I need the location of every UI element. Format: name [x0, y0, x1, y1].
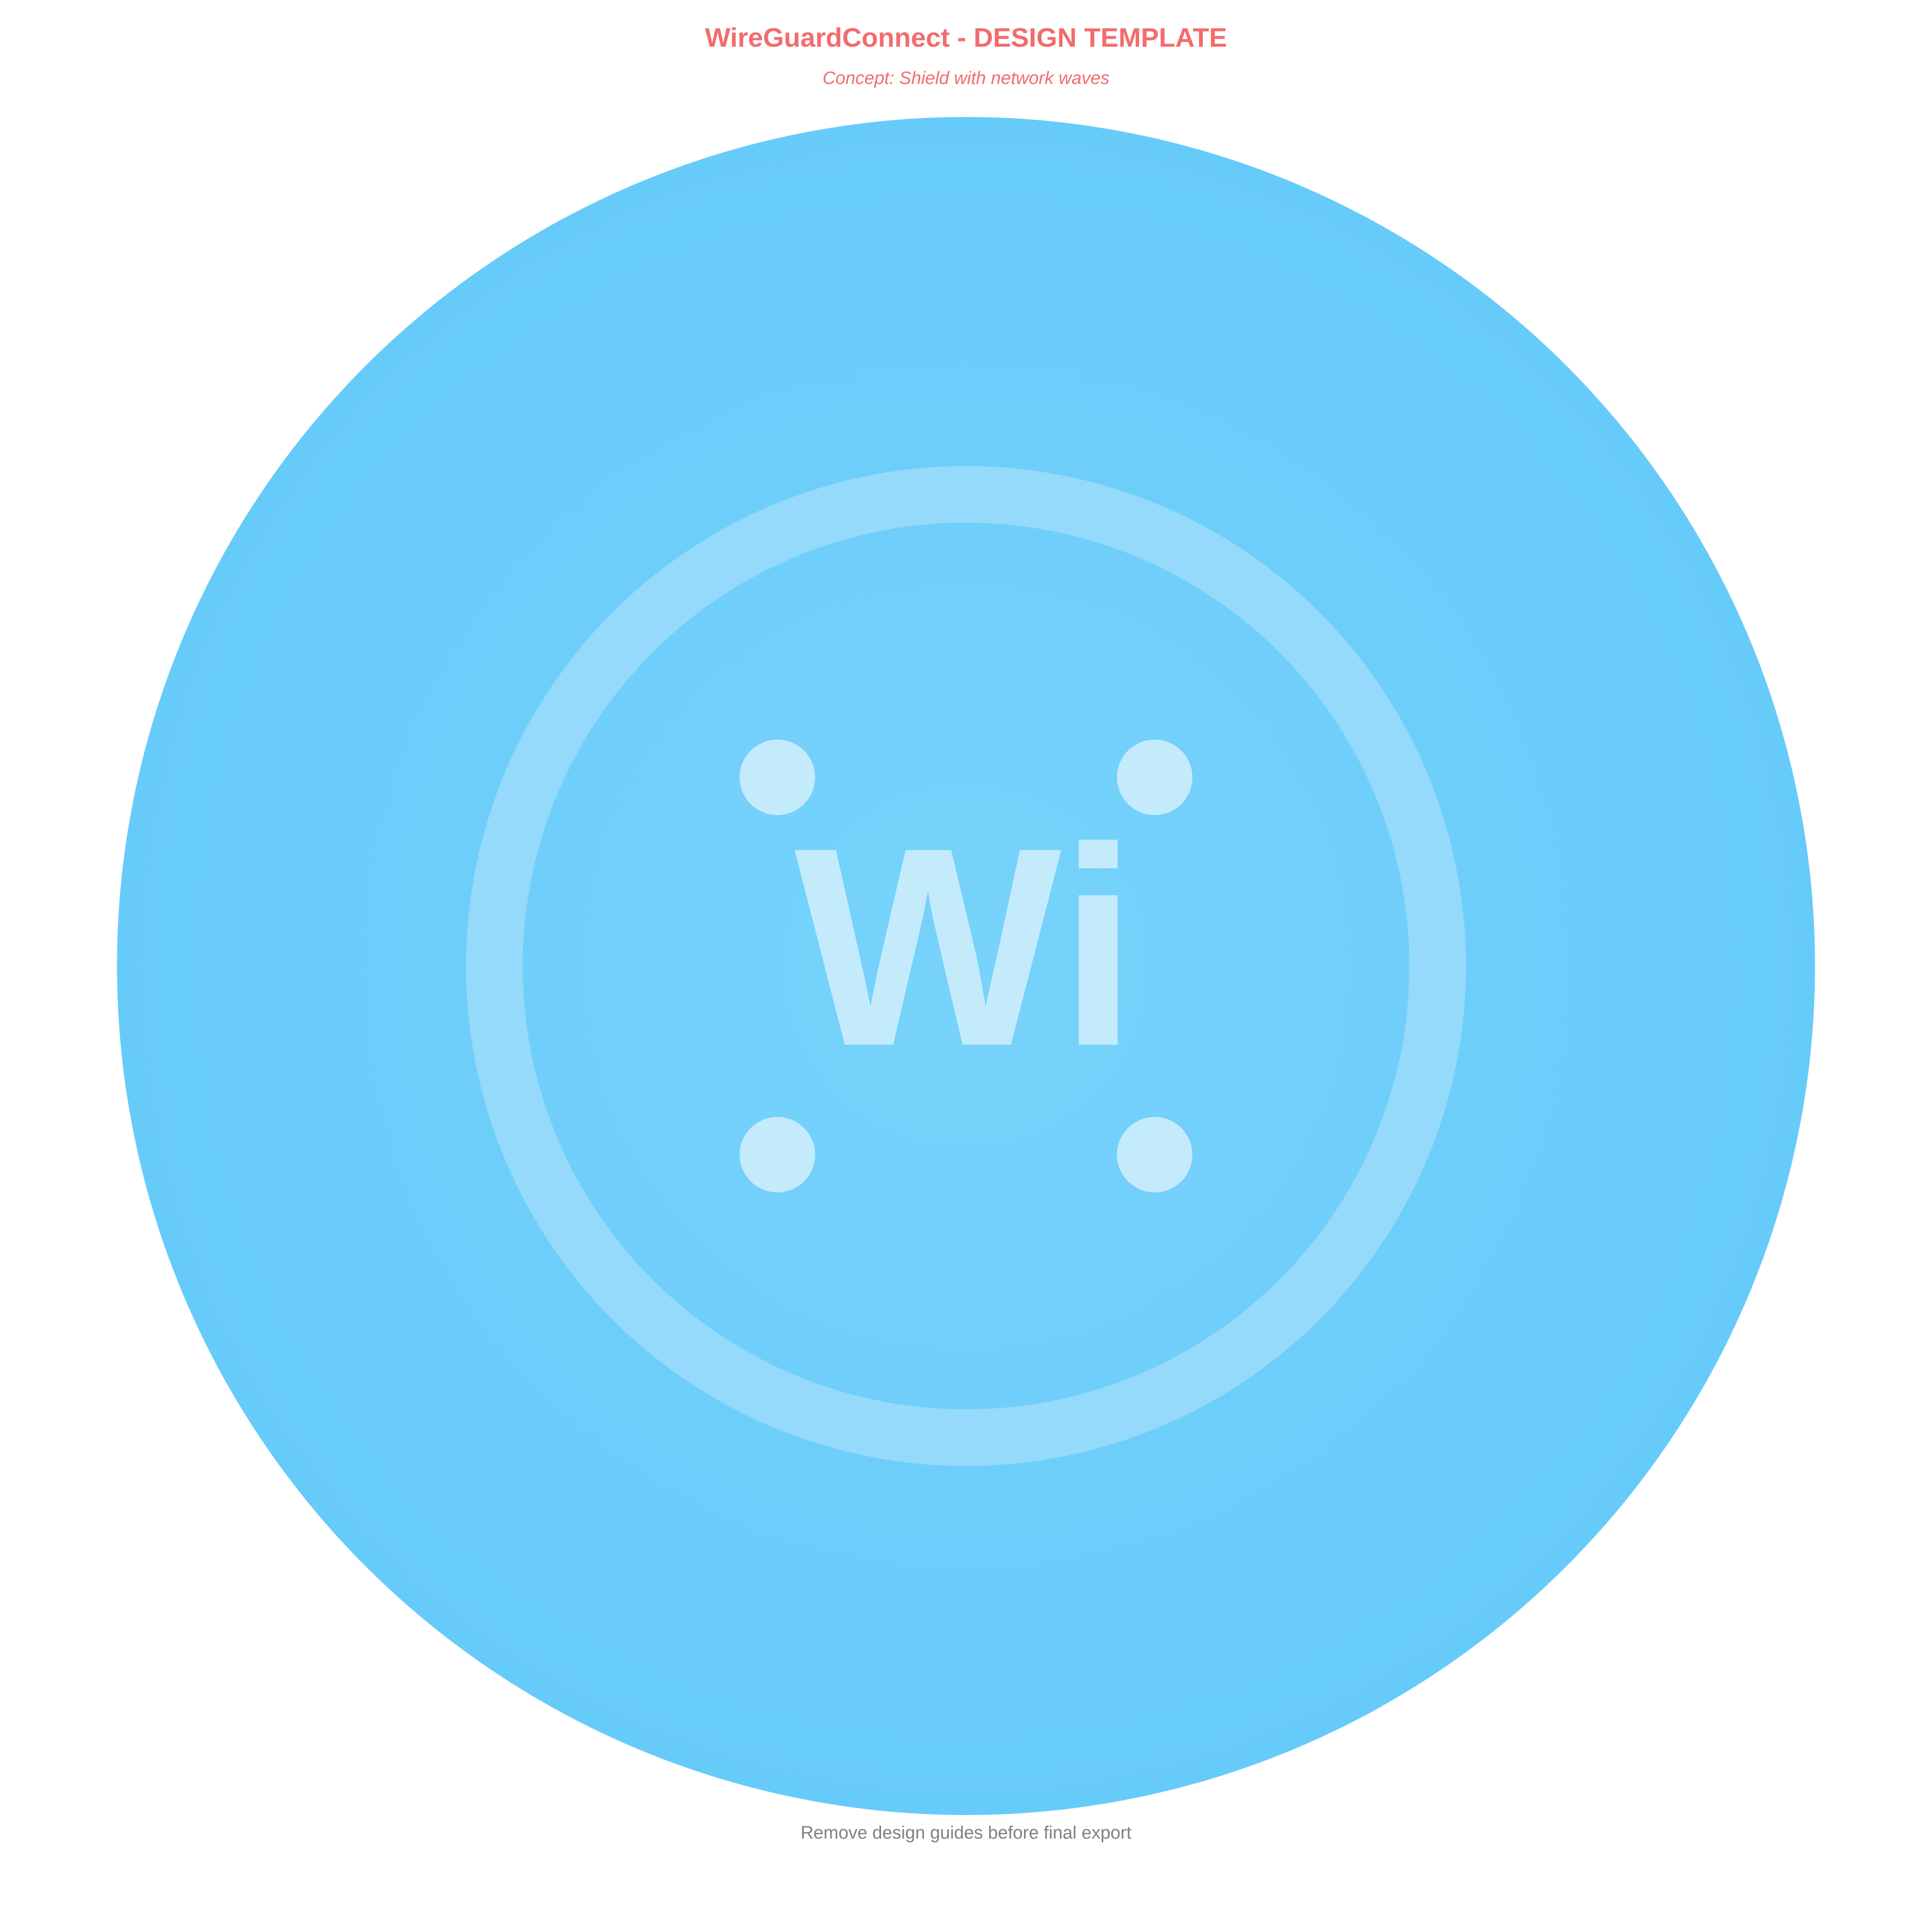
wireguard-connect-logo: Wi: [117, 117, 1815, 1815]
logo-monogram: Wi: [794, 789, 1138, 1105]
bottom-right-dot: [1117, 1117, 1192, 1192]
export-note: Remove design guides before final export: [800, 1823, 1132, 1843]
bottom-left-dot: [740, 1117, 815, 1192]
